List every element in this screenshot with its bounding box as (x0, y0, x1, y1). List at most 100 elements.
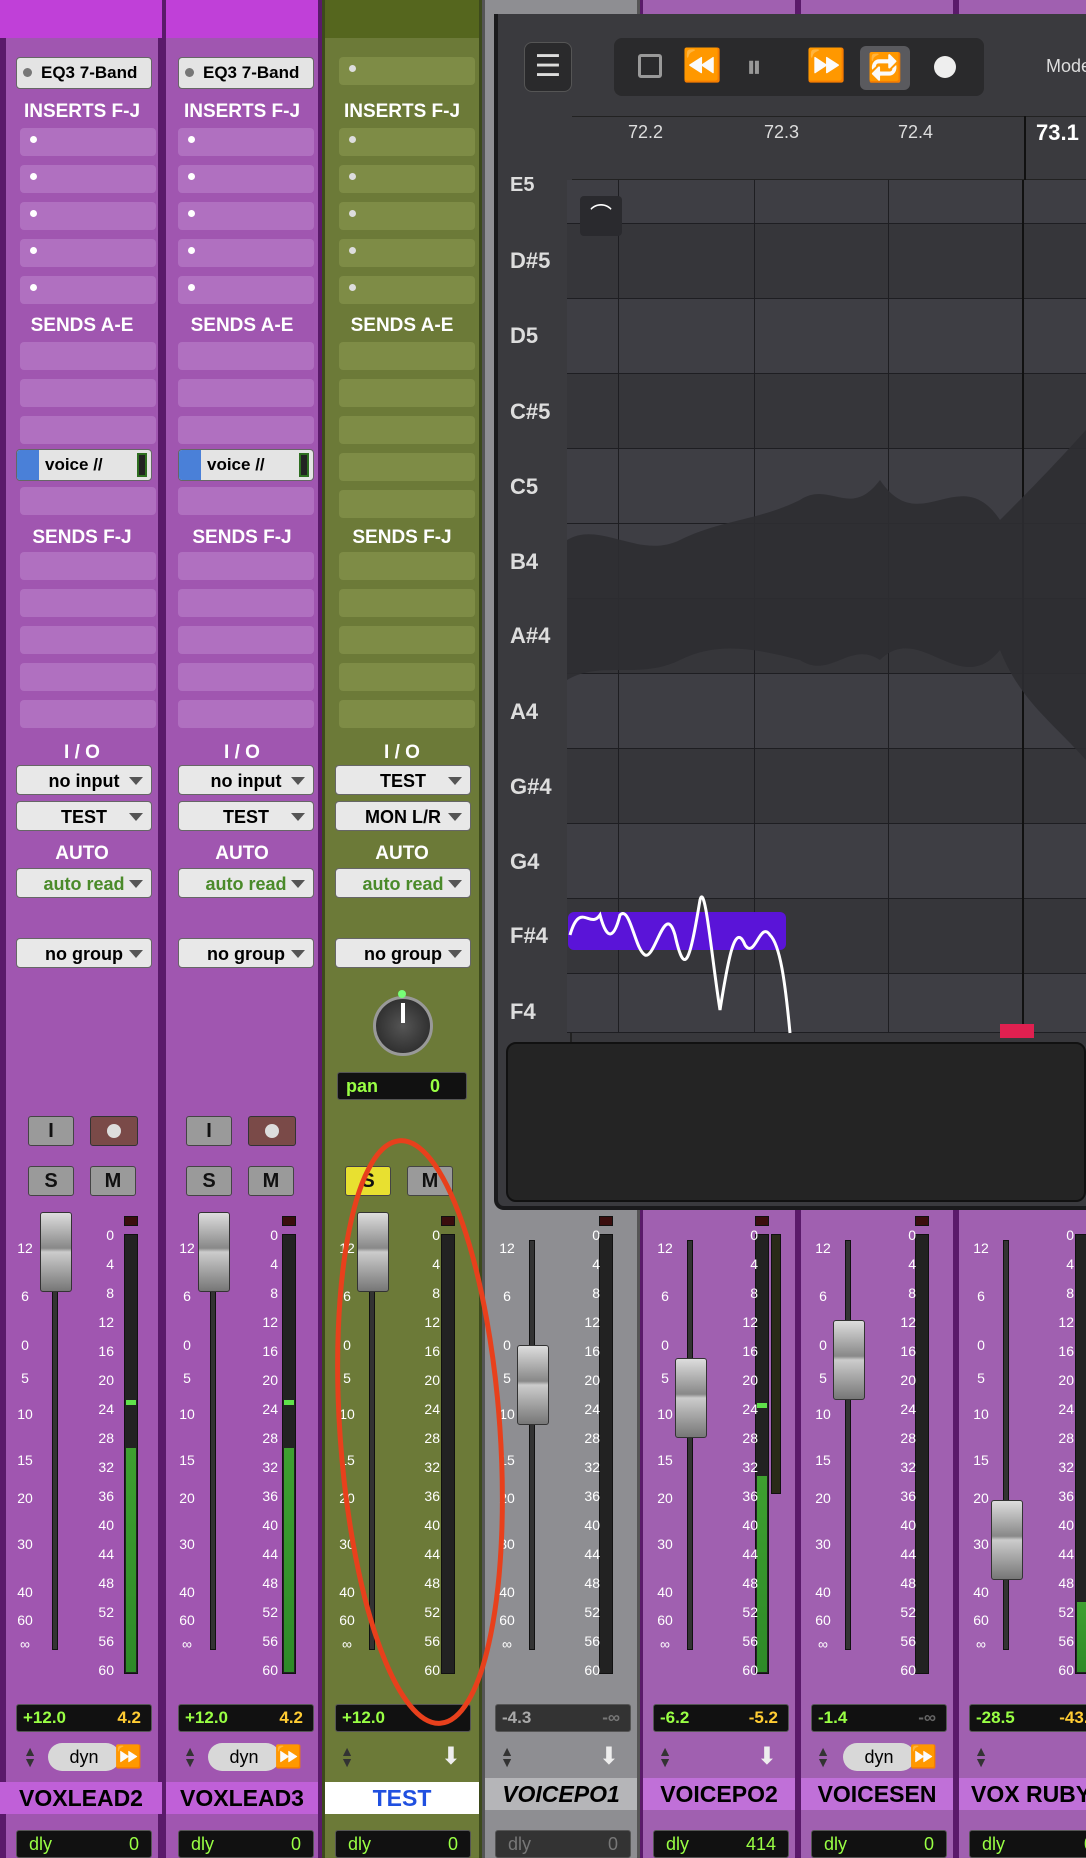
stop-icon[interactable] (638, 54, 662, 78)
clip-indicator[interactable] (599, 1216, 613, 1226)
insert-slot[interactable] (339, 128, 475, 156)
insert-slot[interactable] (339, 202, 475, 230)
playhead-line[interactable] (1022, 180, 1024, 1033)
rewind-icon[interactable]: ⏪ (682, 46, 722, 84)
insert-slot[interactable] (339, 239, 475, 267)
fader-cap[interactable] (833, 1320, 865, 1400)
output-selector[interactable]: TEST (16, 801, 152, 831)
fader-track[interactable] (1003, 1240, 1009, 1650)
clip-indicator[interactable] (915, 1216, 929, 1226)
insert-slot[interactable] (178, 276, 314, 304)
track-name[interactable]: VOICEPO2 (643, 1778, 795, 1810)
volume-display[interactable]: -28.5-43.6 (969, 1704, 1086, 1732)
solo-button[interactable]: S (186, 1166, 232, 1196)
pan-knob[interactable] (373, 996, 433, 1056)
sort-arrows-icon[interactable]: ▲ ▼ (337, 1744, 357, 1769)
fader-track[interactable] (210, 1240, 216, 1650)
send-slot[interactable] (178, 626, 314, 654)
plugin-power-icon[interactable] (185, 68, 194, 77)
down-arrow-icon[interactable]: ⬇ (599, 1742, 619, 1771)
fader-track[interactable] (52, 1240, 58, 1650)
loop-button[interactable]: 🔁 (860, 46, 910, 90)
send-slot[interactable] (178, 487, 314, 515)
group-selector[interactable]: no group (335, 938, 471, 968)
insert-slot[interactable] (20, 128, 156, 156)
volume-display[interactable]: +12.0 4.2 (178, 1704, 314, 1732)
insert-slot[interactable] (20, 202, 156, 230)
send-slot[interactable] (20, 700, 156, 728)
fader-track[interactable] (845, 1240, 851, 1650)
sort-arrows-icon[interactable]: ▲ ▼ (971, 1744, 991, 1769)
scroll-mode-button[interactable]: ⌒ (580, 196, 622, 236)
dyn-button[interactable]: dyn (843, 1743, 915, 1771)
plugin-power-icon[interactable] (23, 68, 32, 77)
send-slot[interactable] (178, 342, 314, 370)
down-arrow-icon[interactable]: ⬇ (757, 1742, 777, 1771)
mute-button[interactable]: M (407, 1166, 453, 1196)
mute-button[interactable]: M (248, 1166, 294, 1196)
send-slot[interactable] (20, 663, 156, 691)
input-selector[interactable]: no input (16, 765, 152, 795)
menu-button[interactable]: ☰ (524, 42, 572, 92)
volume-display[interactable]: -1.4 -∞ (811, 1704, 947, 1732)
fast-forward-icon[interactable]: ⏩ (910, 1744, 937, 1770)
track-name[interactable]: VOICEPO1 (485, 1778, 637, 1810)
output-selector[interactable]: MON L/R (335, 801, 471, 831)
volume-display[interactable]: -6.2 -5.2 (653, 1704, 789, 1732)
fader-cap[interactable] (198, 1212, 230, 1292)
clip-indicator[interactable] (124, 1216, 138, 1226)
clip-indicator[interactable] (441, 1216, 455, 1226)
insert-plugin-button[interactable]: EQ3 7-Band (16, 57, 152, 89)
record-enable-button[interactable] (248, 1116, 296, 1146)
send-slot[interactable] (339, 626, 475, 654)
record-enable-button[interactable] (90, 1116, 138, 1146)
mute-button[interactable]: M (90, 1166, 136, 1196)
send-slot[interactable] (178, 663, 314, 691)
send-slot[interactable] (178, 589, 314, 617)
input-monitor-button[interactable]: I (28, 1116, 74, 1146)
input-monitor-button[interactable]: I (186, 1116, 232, 1146)
insert-slot[interactable] (178, 202, 314, 230)
send-slot[interactable] (20, 379, 156, 407)
automation-mode-selector[interactable]: auto read (16, 868, 152, 898)
input-selector[interactable]: no input (178, 765, 314, 795)
fader-track[interactable] (369, 1240, 375, 1650)
output-selector[interactable]: TEST (178, 801, 314, 831)
volume-display[interactable]: -4.3 -∞ (495, 1704, 631, 1732)
insert-slot[interactable] (178, 128, 314, 156)
clip-indicator[interactable] (282, 1216, 296, 1226)
send-voice-button[interactable]: voice // (178, 449, 314, 481)
pause-icon[interactable]: ⏸ (746, 48, 762, 86)
sort-arrows-icon[interactable]: ▲ ▼ (180, 1744, 200, 1769)
send-slot[interactable] (178, 379, 314, 407)
insert-slot[interactable] (20, 239, 156, 267)
insert-slot[interactable] (339, 276, 475, 304)
send-slot[interactable] (339, 663, 475, 691)
solo-button[interactable]: S (345, 1166, 391, 1196)
send-slot[interactable] (339, 342, 475, 370)
group-selector[interactable]: no group (16, 938, 152, 968)
fader-track[interactable] (687, 1240, 693, 1650)
fast-forward-icon[interactable]: ⏩ (275, 1744, 302, 1770)
insert-slot[interactable] (339, 57, 475, 85)
send-slot[interactable] (20, 552, 156, 580)
insert-slot[interactable] (178, 239, 314, 267)
send-slot[interactable] (339, 453, 475, 481)
send-slot[interactable] (20, 589, 156, 617)
send-slot[interactable] (339, 416, 475, 444)
send-slot[interactable] (339, 700, 475, 728)
volume-display[interactable]: +12.0 4.2 (16, 1704, 152, 1732)
insert-slot[interactable] (339, 165, 475, 193)
input-selector[interactable]: TEST (335, 765, 471, 795)
clip-indicator[interactable] (755, 1216, 769, 1226)
send-slot[interactable] (20, 416, 156, 444)
down-arrow-icon[interactable]: ⬇ (441, 1742, 461, 1771)
dyn-button[interactable]: dyn (48, 1743, 120, 1771)
sort-arrows-icon[interactable]: ▲ ▼ (20, 1744, 40, 1769)
send-slot[interactable] (20, 626, 156, 654)
track-name[interactable]: VOXLEAD3 (166, 1782, 318, 1814)
send-slot[interactable] (339, 589, 475, 617)
insert-slot[interactable] (178, 165, 314, 193)
fader-track[interactable] (529, 1240, 535, 1650)
sort-arrows-icon[interactable]: ▲ ▼ (497, 1744, 517, 1769)
